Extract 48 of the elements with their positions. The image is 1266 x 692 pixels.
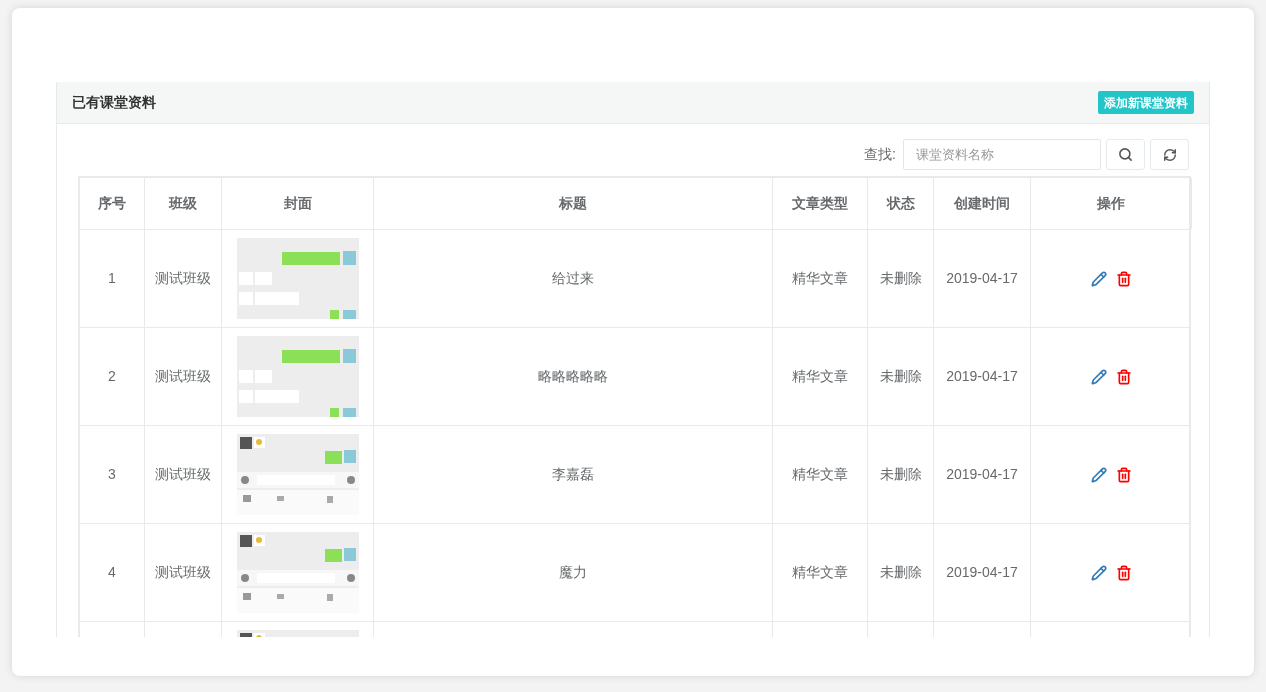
table-cell-text: 未删除 [879,563,922,582]
table-cell-text: 1 [108,269,116,288]
table-cell-text: 测试班级 [155,563,211,582]
edit-icon[interactable] [1091,564,1107,581]
table-cell-text: 未删除 [879,367,922,386]
table-cell-text: 测试班级 [155,269,211,288]
refresh-icon [1162,147,1177,162]
table-cell-text: 2019-04-17 [946,367,1018,386]
table-cell-text: 4 [108,563,116,582]
column-header: 操作 [1031,178,1192,229]
column-header: 文章类型 [773,178,868,229]
table-cell-text: 精华文章 [792,465,848,484]
table-cell-text: 精华文章 [792,563,848,582]
table-cell-text: 未删除 [879,269,922,288]
delete-icon[interactable] [1116,466,1132,483]
delete-icon[interactable] [1116,270,1132,287]
table-cell-text: 给过来 [552,269,594,288]
column-header: 班级 [145,178,222,229]
table-cell-text: 2019-04-17 [946,563,1018,582]
column-header: 创建时间 [934,178,1031,229]
search-icon [1118,147,1133,162]
panel-title: 已有课堂资料 [72,93,156,112]
table-cell-text: 精华文章 [792,269,848,288]
table-cell-text: 略略略略略 [538,367,608,386]
edit-icon[interactable] [1091,368,1107,385]
table-cell-text: 2019-04-17 [946,269,1018,288]
table-cell-text: 精华文章 [792,367,848,386]
add-button[interactable]: 添加新课堂资料 [1098,91,1194,114]
search-label: 查找: [864,145,896,164]
table-cell-text: 未删除 [879,465,922,484]
delete-icon[interactable] [1116,368,1132,385]
column-header: 封面 [222,178,374,229]
edit-icon[interactable] [1091,270,1107,287]
table-cell-text: 测试班级 [155,367,211,386]
table-cell-text: 李嘉磊 [552,465,594,484]
delete-icon[interactable] [1116,564,1132,581]
table-cell-text: 3 [108,465,116,484]
edit-icon[interactable] [1091,466,1107,483]
search-button[interactable] [1106,139,1145,170]
column-header: 标题 [374,178,773,229]
refresh-button[interactable] [1150,139,1189,170]
column-header: 状态 [868,178,934,229]
search-field[interactable]: 课堂资料名称 [903,139,1101,170]
table-cell-text: 魔力 [559,563,587,582]
table-cell-text: 2 [108,367,116,386]
table-cell-text: 测试班级 [155,465,211,484]
table-cell-text: 2019-04-17 [946,465,1018,484]
column-header: 序号 [80,178,145,229]
